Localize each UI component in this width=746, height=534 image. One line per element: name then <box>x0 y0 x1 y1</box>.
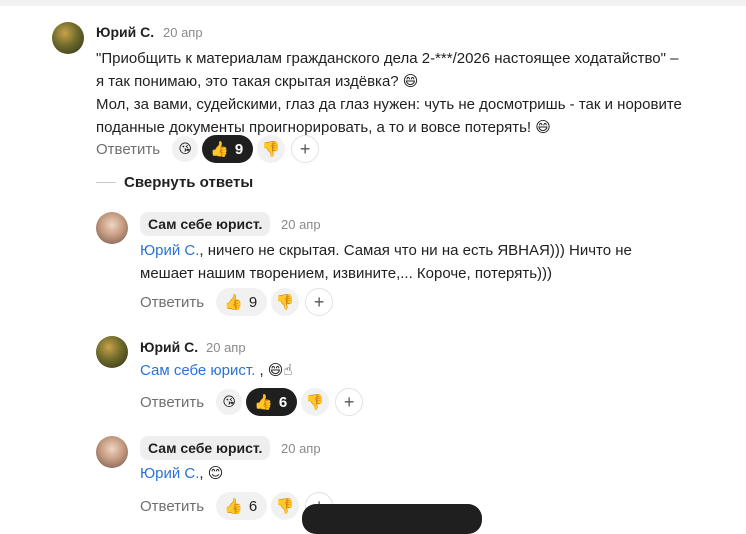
comment-text-line: Мол, за вами, судейскими, глаз да глаз н… <box>96 96 682 113</box>
avatar[interactable] <box>52 22 84 54</box>
thumbs-up-icon: 👍 <box>210 141 229 158</box>
mention-link[interactable]: Юрий С. <box>140 242 199 259</box>
comment-actions: Ответить 😘 👍 9 👎 + <box>96 135 320 163</box>
reply-button[interactable]: Ответить <box>96 141 160 158</box>
mention-link[interactable]: Юрий С. <box>140 465 199 482</box>
kiss-reaction-icon[interactable]: 😘 <box>216 389 243 415</box>
like-count: 6 <box>278 393 288 411</box>
avatar[interactable] <box>96 336 128 368</box>
add-reaction-button[interactable]: + <box>305 288 334 316</box>
comment-author[interactable]: Сам себе юрист. <box>140 212 271 236</box>
add-reaction-button[interactable]: + <box>335 388 364 416</box>
thumbs-up-icon: 👍 <box>254 394 273 411</box>
comment-author[interactable]: Юрий С. <box>96 24 154 40</box>
comment-text: Юрий С., 😊 <box>140 462 720 485</box>
dislike-button[interactable]: 👎 <box>257 135 286 163</box>
comment-text: Юрий С., ничего не скрытая. Самая что ни… <box>140 239 720 285</box>
thumbs-down-icon: 👎 <box>275 498 295 515</box>
thumbs-down-icon: 👎 <box>261 141 281 158</box>
avatar[interactable] <box>96 436 128 468</box>
kiss-reaction-icon[interactable]: 😘 <box>172 136 199 162</box>
comment-text-line: мешает нашим творением, извините,... Кор… <box>140 265 553 282</box>
collapse-replies[interactable]: Свернуть ответы <box>96 174 253 191</box>
comment-date: 20 апр <box>281 217 321 232</box>
comment-date: 20 апр <box>163 25 203 40</box>
comment-text-line: Юрий С., ничего не скрытая. Самая что ни… <box>140 239 720 262</box>
thumbs-down-icon: 👎 <box>305 394 325 411</box>
dislike-button[interactable]: 👎 <box>301 388 330 416</box>
comment-text-span: , ничего не скрытая. Самая что ни на ест… <box>199 242 632 259</box>
reply-button[interactable]: Ответить <box>140 394 204 411</box>
mention-link[interactable]: Сам себе юрист. <box>140 362 255 379</box>
like-button[interactable]: 👍 9 <box>202 135 254 163</box>
comment-date: 20 апр <box>281 441 321 456</box>
comment-text: Сам себе юрист. , 😄☝ <box>140 359 720 382</box>
comment-author[interactable]: Сам себе юрист. <box>140 436 271 460</box>
reply-button[interactable]: Ответить <box>140 498 204 515</box>
comment-text-line: я так понимаю, это такая скрытая издёвка… <box>96 73 419 90</box>
floating-bottom-bar[interactable] <box>302 504 482 534</box>
divider-line <box>96 182 116 183</box>
like-count: 9 <box>248 293 258 311</box>
avatar[interactable] <box>96 212 128 244</box>
like-button[interactable]: 👍 6 <box>246 388 298 416</box>
comment-text-span: , 😄☝ <box>255 362 293 379</box>
thumbs-down-icon: 👎 <box>275 294 295 311</box>
thumbs-up-icon: 👍 <box>224 498 243 515</box>
comment-actions: Ответить 😘 👍 6 👎 + <box>140 388 364 416</box>
top-divider <box>0 0 746 6</box>
dislike-button[interactable]: 👎 <box>271 288 300 316</box>
comment-author[interactable]: Юрий С. <box>140 339 198 355</box>
reply-button[interactable]: Ответить <box>140 294 204 311</box>
like-count: 9 <box>234 140 244 158</box>
comment-date: 20 апр <box>206 340 246 355</box>
like-count: 6 <box>248 497 258 515</box>
comment-text: "Приобщить к материалам гражданского дел… <box>96 47 736 139</box>
collapse-replies-label: Свернуть ответы <box>124 174 254 191</box>
like-button[interactable]: 👍 9 <box>216 288 268 316</box>
comment-text-line: "Приобщить к материалам гражданского дел… <box>96 50 679 67</box>
comment-text-span: , 😊 <box>199 465 224 482</box>
thumbs-up-icon: 👍 <box>224 294 243 311</box>
add-reaction-button[interactable]: + <box>291 135 320 163</box>
comment-actions: Ответить 👍 9 👎 + <box>140 288 334 316</box>
